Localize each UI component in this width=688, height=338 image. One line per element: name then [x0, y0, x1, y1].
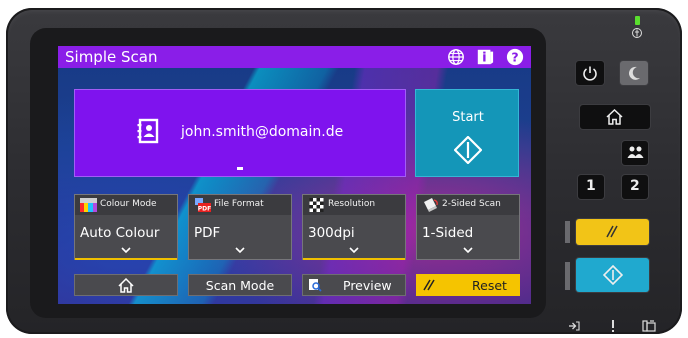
setting-value: 300dpi: [308, 225, 355, 241]
reset-label: Reset: [472, 277, 507, 293]
preview-icon: [309, 279, 322, 292]
setting-value: 1-Sided: [422, 225, 474, 241]
colour-mode-icon: [80, 198, 97, 212]
scan-mode-button[interactable]: Scan Mode: [188, 274, 292, 296]
active-underline: [303, 258, 405, 260]
two-sided-scan-setting[interactable]: 2-Sided Scan 1-Sided: [416, 194, 520, 260]
copy-one-button[interactable]: 1: [578, 175, 604, 199]
sleep-button[interactable]: [620, 61, 648, 85]
address-book-icon: [137, 118, 159, 144]
globe-icon[interactable]: [447, 48, 465, 66]
home-icon: [606, 109, 623, 125]
fax-icon: [642, 320, 656, 332]
start-diamond-icon: [603, 265, 623, 285]
destination-panel[interactable]: john.smith@domain.de: [74, 89, 406, 177]
setting-label: 2-Sided Scan: [442, 199, 501, 209]
setting-label: File Format: [214, 199, 264, 209]
resolution-setting[interactable]: Resolution 300dpi: [302, 194, 406, 260]
moon-icon: [628, 66, 640, 80]
home-button[interactable]: [74, 274, 178, 296]
start-label: Start: [452, 110, 484, 125]
info-icon[interactable]: [476, 48, 494, 66]
touch-screen: Simple Scan ? john.smith@domain.de Start: [58, 46, 531, 304]
active-underline: [75, 258, 177, 260]
wireless-icon: [632, 28, 642, 38]
start-diamond-icon: [454, 136, 482, 164]
hardware-home-button[interactable]: [580, 105, 650, 129]
chevron-down-icon: [121, 247, 131, 254]
copy-two-label: 2: [630, 178, 640, 194]
chevron-down-icon: [235, 247, 245, 254]
text-cursor: [237, 167, 243, 170]
user-button[interactable]: [622, 141, 648, 165]
home-icon: [118, 277, 134, 293]
title-bar: Simple Scan ?: [58, 46, 531, 68]
alert-icon: [612, 320, 614, 332]
svg-text:PDF: PDF: [198, 206, 211, 213]
file-format-setting[interactable]: PDF File Format PDF: [188, 194, 292, 260]
reset-button[interactable]: Reset: [416, 274, 520, 296]
setting-label: Colour Mode: [100, 199, 157, 209]
users-icon: [627, 146, 644, 158]
email-address: john.smith@domain.de: [181, 124, 344, 140]
copy-one-label: 1: [586, 178, 596, 194]
reset-indicator: [565, 221, 570, 243]
help-icon[interactable]: ?: [506, 48, 524, 66]
data-in-icon: [569, 321, 580, 331]
scan-mode-label: Scan Mode: [205, 277, 275, 293]
setting-value: PDF: [194, 225, 221, 241]
colour-mode-setting[interactable]: Colour Mode Auto Colour: [74, 194, 178, 260]
copy-two-button[interactable]: 2: [622, 175, 648, 199]
start-button[interactable]: Start: [415, 89, 519, 177]
setting-value: Auto Colour: [80, 225, 160, 241]
hardware-reset-button[interactable]: [576, 219, 649, 245]
power-icon: [583, 66, 597, 81]
preview-button[interactable]: Preview: [302, 274, 406, 296]
pdf-file-icon: PDF: [195, 198, 211, 213]
svg-text:?: ?: [511, 50, 518, 65]
hardware-start-button[interactable]: [576, 258, 649, 292]
reset-slash-icon: [606, 225, 618, 238]
duplex-icon: [424, 198, 438, 212]
page-title: Simple Scan: [65, 48, 158, 66]
start-indicator: [565, 262, 570, 290]
power-led: [635, 16, 640, 25]
power-button[interactable]: [576, 61, 604, 85]
chevron-down-icon: [463, 247, 473, 254]
setting-label: Resolution: [328, 199, 376, 209]
reset-slash-icon: [423, 279, 435, 291]
chevron-down-icon: [349, 247, 359, 254]
preview-label: Preview: [343, 277, 392, 293]
resolution-icon: [309, 198, 324, 212]
